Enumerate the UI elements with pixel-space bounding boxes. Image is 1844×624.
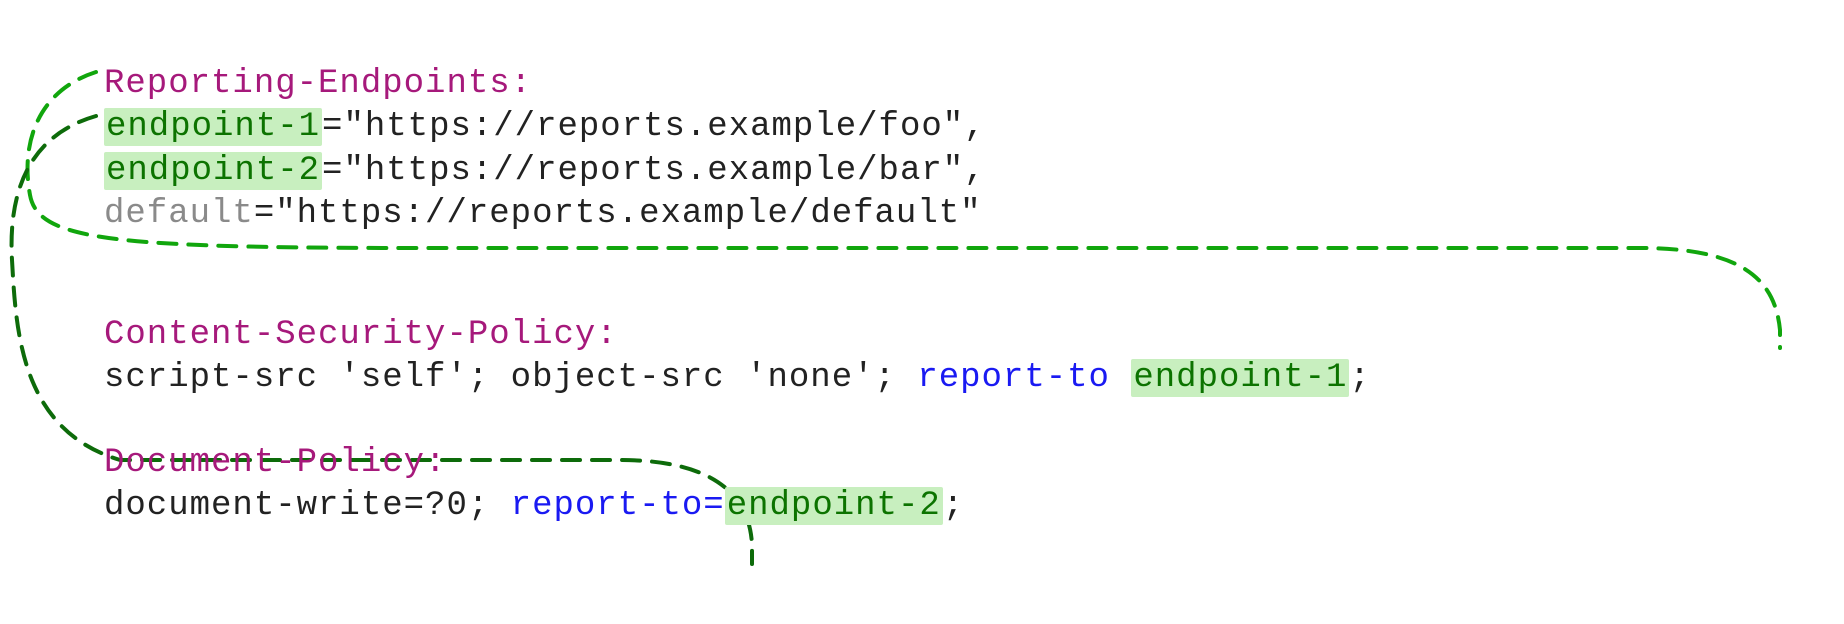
csp-header-name: Content-Security-Policy	[104, 316, 596, 354]
docpolicy-header-colon: :	[425, 444, 446, 482]
csp-header-colon: :	[596, 316, 617, 354]
endpoint-1-eq: =	[322, 108, 343, 146]
code-block: Reporting-Endpoints: endpoint-1="https:/…	[0, 0, 1844, 529]
csp-semicolon: ;	[1349, 359, 1370, 397]
endpoint-2-key: endpoint-2	[104, 152, 322, 190]
docpolicy-report-to-keyword: report-to=	[511, 487, 725, 525]
reporting-header-name: Reporting-Endpoints	[104, 65, 511, 103]
endpoint-2-url: "https://reports.example/bar"	[343, 152, 964, 190]
endpoint-1-comma: ,	[964, 108, 985, 146]
docpolicy-report-to-target: endpoint-2	[725, 487, 943, 525]
reporting-header-colon: :	[511, 65, 532, 103]
csp-report-to-target: endpoint-1	[1131, 359, 1349, 397]
docpolicy-body-prefix: document-write=?0;	[104, 487, 511, 525]
default-endpoint-eq: =	[254, 195, 275, 233]
docpolicy-semicolon: ;	[943, 487, 964, 525]
default-endpoint-key: default	[104, 195, 254, 233]
default-endpoint-url: "https://reports.example/default"	[275, 195, 981, 233]
endpoint-2-eq: =	[322, 152, 343, 190]
csp-body-prefix: script-src 'self'; object-src 'none';	[104, 359, 917, 397]
csp-report-to-keyword: report-to	[917, 359, 1131, 397]
docpolicy-header-name: Document-Policy	[104, 444, 425, 482]
endpoint-1-url: "https://reports.example/foo"	[343, 108, 964, 146]
endpoint-2-comma: ,	[964, 152, 985, 190]
endpoint-1-key: endpoint-1	[104, 108, 322, 146]
